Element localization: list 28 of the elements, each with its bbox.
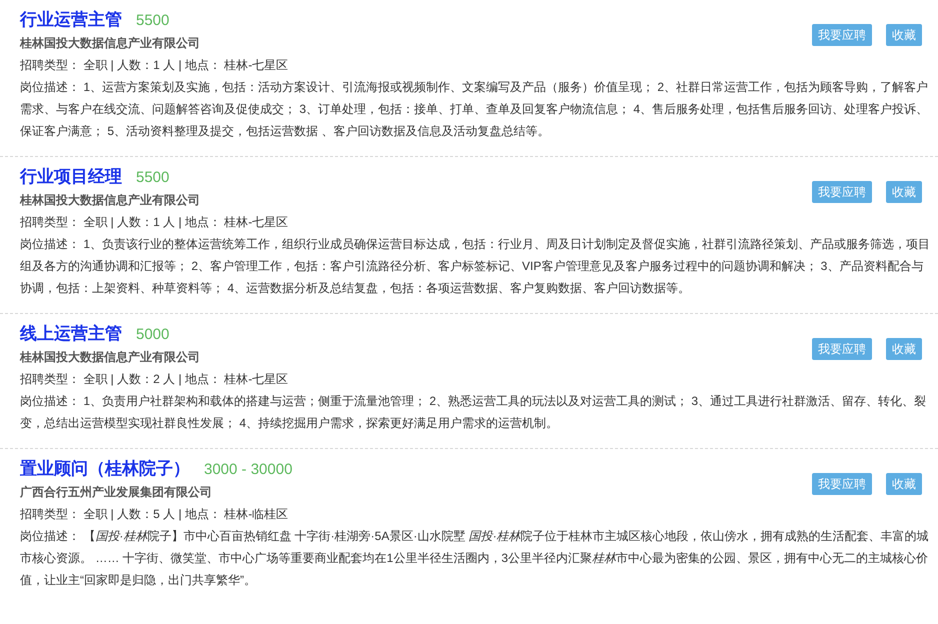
apply-button[interactable]: 我要应聘 [812,338,872,360]
salary: 5000 [136,325,170,345]
favorite-button[interactable]: 收藏 [886,24,922,46]
salary: 3000 - 30000 [204,460,292,480]
apply-button[interactable]: 我要应聘 [812,24,872,46]
job-info: 招聘类型： 全职 | 人数：5 人 | 地点： 桂林-临桂区 [20,506,288,523]
company-name: 桂林国投大数据信息产业有限公司 [20,192,200,209]
job-title-link[interactable]: 行业运营主管 [20,8,122,32]
job-description: 岗位描述： 1、运营方案策划及实施，包括：活动方案设计、引流海报或视频制作、文案编写及产品（服务）价值呈现； 2、社群日常运营工作，包括为顾客导购，了解客户需求、与客户在线交流、问题解答咨询及促使成交； 3、订单处理，包括：接单、打单、查单及回复客户物流信息； 4、售后服务处理，包括售后服务回访、处理客户投诉、保证客户满意； 5、活动资料整理及提交，包括运营数据 、客户回访数据及信息及活动复盘总结等。 [20,79,930,140]
company-name: 桂林国投大数据信息产业有限公司 [20,349,200,366]
company-name: 桂林国投大数据信息产业有限公司 [20,35,200,52]
apply-button[interactable]: 我要应聘 [812,181,872,203]
job-description: 岗位描述： 1、负责用户社群架构和载体的搭建与运营；侧重于流量池管理； 2、熟悉运营工具的玩法以及对运营工具的测试； 3、通过工具进行社群激活、留存、转化、裂变，总结出运营模型实现社群良性发展； 4、持续挖掘用户需求，探索更好满足用户需求的运营机制。 [20,393,928,432]
job-title-link[interactable]: 线上运营主管 [20,322,122,346]
job-description: 岗位描述： 【国投·桂林院子】市中心百亩热销红盘 十字街·桂湖旁·5A景区·山水院墅 国投·桂林院子位于桂林市主城区核心地段，依山傍水，拥有成熟的生活配套、丰富的城市核心资源。 …… 十字街、微笑堂、市中心广场等重要商业配套均在1公里半径生活圈内，3公里半径内汇聚桂林市中心最为密集的公园、景区，拥有中心无二的主城核心价值，让业主“回家即是归隐，出门共享繁华”。 [20,528,930,589]
apply-button[interactable]: 我要应聘 [812,473,872,495]
job-info: 招聘类型： 全职 | 人数：1 人 | 地点： 桂林-七星区 [20,214,288,231]
favorite-button[interactable]: 收藏 [886,473,922,495]
company-name: 广西合行五州产业发展集团有限公司 [20,484,212,501]
job-info: 招聘类型： 全职 | 人数：2 人 | 地点： 桂林-七星区 [20,371,288,388]
job-title-link[interactable]: 置业顾问（桂林院子） [20,457,190,481]
salary: 5500 [136,11,170,31]
salary: 5500 [136,168,170,188]
job-title-link[interactable]: 行业项目经理 [20,165,122,189]
job-info: 招聘类型： 全职 | 人数：1 人 | 地点： 桂林-七星区 [20,57,288,74]
favorite-button[interactable]: 收藏 [886,338,922,360]
favorite-button[interactable]: 收藏 [886,181,922,203]
job-description: 岗位描述： 1、负责该行业的整体运营统筹工作，组织行业成员确保运营目标达成，包括：行业月、周及日计划制定及督促实施，社群引流路径策划、产品或服务筛选，项目组及各方的沟通协调和汇报等； 2、客户管理工作，包括：客户引流路径分析、客户标签标记、VIP客户管理意见及客户服务过程中的问题协调和解决； 3、产品资料配合与协调，包括：上架资料、种草资料等； 4、运营数据分析及总结复盘，包括：各项运营数据、客户复购数据、客户回访数据等。 [20,236,932,297]
